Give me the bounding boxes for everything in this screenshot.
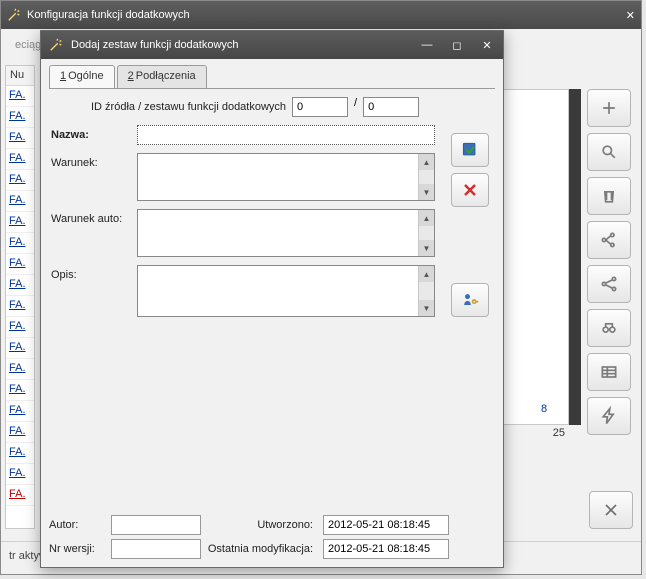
lightning-icon: [599, 406, 619, 426]
form-area: ID źródła / zestawu funkcji dodatkowych …: [49, 89, 495, 509]
magnifier-icon: [599, 142, 619, 162]
find-button[interactable]: [587, 309, 631, 347]
name-row: Nazwa:: [51, 125, 493, 145]
parent-window-title: Konfiguracja funkcji dodatkowych: [27, 9, 190, 21]
tab-bar: 1Ogólne 2Podłączenia: [49, 65, 495, 89]
grid-cell[interactable]: FA.: [6, 317, 34, 338]
left-grid[interactable]: Nu FA.FA.FA.FA.FA.FA.FA.FA.FA.FA.FA.FA.F…: [5, 65, 35, 529]
id-row: ID źródła / zestawu funkcji dodatkowych …: [51, 97, 493, 117]
author-label: Autor:: [49, 519, 105, 531]
trash-icon: [599, 186, 619, 206]
nodes-icon: [599, 230, 619, 250]
tab-general[interactable]: 1Ogólne: [49, 65, 115, 88]
right-toolbar: [587, 89, 633, 435]
maximize-button[interactable]: ◻: [449, 38, 465, 52]
dialog-title: Dodaj zestaw funkcji dodatkowych: [71, 39, 239, 51]
created-label: Utworzono:: [207, 519, 317, 531]
table-button[interactable]: [587, 353, 631, 391]
textarea-scrollbar[interactable]: ▲▼: [418, 266, 434, 316]
grid-cell[interactable]: FA.: [6, 443, 34, 464]
description-textarea[interactable]: ▲▼: [137, 265, 435, 317]
created-input[interactable]: [323, 515, 449, 535]
grid-cell[interactable]: FA.: [6, 233, 34, 254]
tab-connections[interactable]: 2Podłączenia: [117, 65, 207, 88]
minimize-button[interactable]: —: [419, 38, 435, 52]
grid-cell[interactable]: FA.: [6, 296, 34, 317]
grid-cell[interactable]: FA.: [6, 359, 34, 380]
description-row: Opis: ▲▼: [51, 265, 493, 317]
wand-icon: [7, 8, 21, 22]
grid-cell[interactable]: FA.: [6, 254, 34, 275]
user-key-icon: [460, 290, 480, 310]
description-label: Opis:: [51, 265, 137, 281]
name-label: Nazwa:: [51, 125, 137, 141]
red-x-icon: [460, 180, 480, 200]
grid-cell[interactable]: FA.: [6, 485, 34, 506]
set-id-input[interactable]: [363, 97, 419, 117]
textarea-scrollbar[interactable]: ▲▼: [418, 154, 434, 200]
dialog-side-buttons: [451, 133, 491, 317]
grid-cell[interactable]: FA.: [6, 422, 34, 443]
list-scrollbar[interactable]: [569, 89, 581, 425]
grid-cell[interactable]: FA.: [6, 170, 34, 191]
grid-cell[interactable]: FA.: [6, 380, 34, 401]
source-id-input[interactable]: [292, 97, 348, 117]
grid-cell[interactable]: FA.: [6, 107, 34, 128]
save-button[interactable]: [451, 133, 489, 167]
cancel-button[interactable]: [451, 173, 489, 207]
share-button[interactable]: [587, 265, 631, 303]
dialog-window: Dodaj zestaw funkcji dodatkowych — ◻ ✕ 1…: [40, 30, 504, 568]
auto-condition-textarea[interactable]: ▲▼: [137, 209, 435, 257]
textarea-scrollbar[interactable]: ▲▼: [418, 210, 434, 256]
delete-button[interactable]: [587, 177, 631, 215]
modified-input[interactable]: [323, 539, 449, 559]
grid-cell[interactable]: FA.: [6, 275, 34, 296]
dialog-footer: Autor: Utworzono: Nr wersji: Ostatnia mo…: [49, 509, 495, 563]
table-icon: [599, 362, 619, 382]
plus-icon: [599, 98, 619, 118]
condition-row: Warunek: ▲▼: [51, 153, 493, 201]
author-input[interactable]: [111, 515, 201, 535]
add-button[interactable]: [587, 89, 631, 127]
grid-cell[interactable]: FA.: [6, 464, 34, 485]
grid-header[interactable]: Nu: [6, 66, 34, 86]
binoculars-icon: [599, 318, 619, 338]
share-icon: [599, 274, 619, 294]
auto-condition-label: Warunek auto:: [51, 209, 137, 225]
stray-number: 8: [541, 403, 547, 415]
list-count: 25: [503, 427, 569, 439]
condition-label: Warunek:: [51, 153, 137, 169]
grid-cell[interactable]: FA.: [6, 401, 34, 422]
grid-cell[interactable]: FA.: [6, 149, 34, 170]
modified-label: Ostatnia modyfikacja:: [207, 543, 317, 555]
grid-cell[interactable]: FA.: [6, 212, 34, 233]
version-label: Nr wersji:: [49, 543, 105, 555]
dialog-titlebar[interactable]: Dodaj zestaw funkcji dodatkowych — ◻ ✕: [41, 31, 503, 59]
id-label: ID źródła / zestawu funkcji dodatkowych: [91, 97, 292, 113]
parent-close-icon[interactable]: ✕: [626, 9, 635, 22]
grid-cell[interactable]: FA.: [6, 128, 34, 149]
list-panel[interactable]: [503, 89, 569, 425]
wand-icon: [49, 38, 63, 52]
condition-textarea[interactable]: ▲▼: [137, 153, 435, 201]
parent-window-titlebar[interactable]: Konfiguracja funkcji dodatkowych ✕: [1, 1, 641, 29]
grid-cell[interactable]: FA.: [6, 338, 34, 359]
relations-button[interactable]: [587, 221, 631, 259]
grid-cell[interactable]: FA.: [6, 191, 34, 212]
user-key-button[interactable]: [451, 283, 489, 317]
dialog-body: 1Ogólne 2Podłączenia ID źródła / zestawu…: [41, 59, 503, 567]
action-button[interactable]: [587, 397, 631, 435]
floppy-check-icon: [460, 140, 480, 160]
close-big-button[interactable]: [589, 491, 633, 529]
close-button[interactable]: ✕: [479, 38, 495, 52]
version-input[interactable]: [111, 539, 201, 559]
grid-cell[interactable]: FA.: [6, 86, 34, 107]
name-input[interactable]: [137, 125, 435, 145]
auto-condition-row: Warunek auto: ▲▼: [51, 209, 493, 257]
slash: /: [348, 97, 363, 109]
x-icon: [601, 500, 621, 520]
search-button[interactable]: [587, 133, 631, 171]
